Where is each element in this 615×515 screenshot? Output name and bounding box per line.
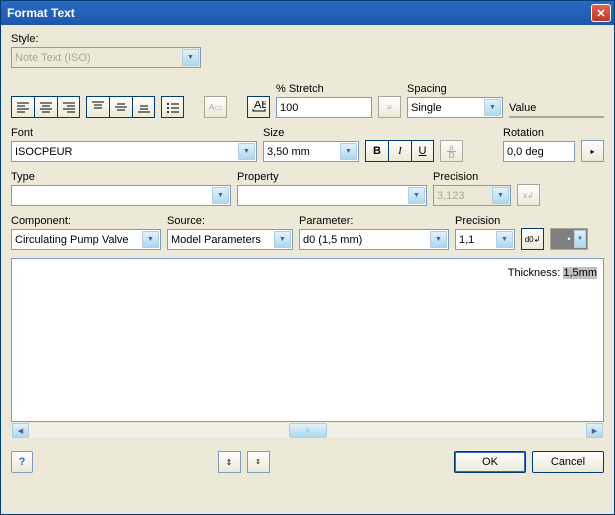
style-value: Note Text (ISO)	[15, 52, 91, 64]
scroll-left-button[interactable]: ◀	[12, 423, 29, 438]
titlebar: Format Text ✕	[1, 1, 614, 25]
font-label: Font	[11, 127, 257, 139]
chevron-down-icon[interactable]: ▼	[484, 99, 501, 116]
align-center-button[interactable]	[34, 96, 57, 118]
preview-highlight: 1,5mm	[563, 267, 597, 279]
type-label: Type	[11, 171, 231, 183]
format-text-dialog: Format Text ✕ Style: Note Text (ISO) ▼	[0, 0, 615, 515]
parameter-dropdown[interactable]: d0 (1,5 mm) ▼	[299, 229, 449, 250]
type-dropdown[interactable]: ▼	[11, 185, 231, 206]
insert-property-button[interactable]: x↲	[517, 184, 540, 206]
line-spacing-icon: ≡	[378, 96, 401, 118]
parameter-label: Parameter:	[299, 215, 449, 227]
size-label: Size	[263, 127, 359, 139]
zoom-in-button[interactable]: ⇕	[218, 451, 241, 473]
chevron-down-icon[interactable]: ▼	[212, 187, 229, 204]
value-display	[509, 116, 604, 118]
close-button[interactable]: ✕	[591, 4, 611, 22]
scroll-right-button[interactable]: ▶	[586, 423, 603, 438]
valign-bottom-button[interactable]	[132, 96, 155, 118]
chevron-down-icon: ▼	[182, 49, 199, 66]
stretch-input[interactable]: 100	[276, 97, 372, 118]
bullets-button[interactable]	[161, 96, 184, 118]
valign-top-button[interactable]	[86, 96, 109, 118]
rotation-input[interactable]: 0,0 deg	[503, 141, 575, 162]
font-dropdown[interactable]: ISOCPEUR ▼	[11, 141, 257, 162]
fit-text-button[interactable]: AB	[247, 96, 270, 118]
help-button[interactable]: ?	[11, 451, 33, 473]
stretch-label: % Stretch	[276, 83, 372, 95]
chevron-down-icon: ▼	[492, 187, 509, 204]
text-frame-button[interactable]: A▭	[204, 96, 227, 118]
source-label: Source:	[167, 215, 293, 227]
component-label: Component:	[11, 215, 161, 227]
align-right-button[interactable]	[57, 96, 80, 118]
rotation-label: Rotation	[503, 127, 575, 139]
stacked-fraction-button[interactable]: ab	[440, 140, 463, 162]
chevron-down-icon[interactable]: ▼	[274, 231, 291, 248]
chevron-down-icon[interactable]: ▼	[408, 187, 425, 204]
justify-group	[11, 96, 80, 118]
style-dropdown: Note Text (ISO) ▼	[11, 47, 201, 68]
cancel-button[interactable]: Cancel	[532, 451, 604, 473]
symbol-picker-button[interactable]: •▼	[550, 228, 588, 250]
scroll-thumb[interactable]: ≡	[289, 423, 327, 438]
rotation-expand-button[interactable]: ▸	[581, 140, 604, 162]
italic-button[interactable]: I	[388, 140, 411, 162]
horizontal-scrollbar[interactable]: ◀ ≡ ▶	[11, 422, 604, 439]
chevron-down-icon[interactable]: ▼	[496, 231, 513, 248]
preview-content: Thickness: 1,5mm	[18, 265, 597, 281]
ok-button[interactable]: OK	[454, 451, 526, 473]
align-left-button[interactable]	[11, 96, 34, 118]
insert-parameter-button[interactable]: d0↲	[521, 228, 544, 250]
precision1-label: Precision	[433, 171, 511, 183]
svg-text:AB: AB	[254, 101, 266, 111]
chevron-down-icon[interactable]: ▼	[430, 231, 447, 248]
valign-middle-button[interactable]	[109, 96, 132, 118]
source-dropdown[interactable]: Model Parameters ▼	[167, 229, 293, 250]
precision2-label: Precision	[455, 215, 515, 227]
spacing-dropdown[interactable]: Single ▼	[407, 97, 503, 118]
value-label: Value	[509, 102, 604, 114]
valign-group	[86, 96, 155, 118]
chevron-down-icon[interactable]: ▼	[238, 143, 255, 160]
chevron-down-icon[interactable]: ▼	[142, 231, 159, 248]
property-dropdown[interactable]: ▼	[237, 185, 427, 206]
bold-button[interactable]: B	[365, 140, 388, 162]
precision2-dropdown[interactable]: 1,1 ▼	[455, 229, 515, 250]
window-title: Format Text	[7, 6, 75, 20]
text-preview-area[interactable]: Thickness: 1,5mm	[11, 258, 604, 422]
size-dropdown[interactable]: 3,50 mm ▼	[263, 141, 359, 162]
chevron-down-icon[interactable]: ▼	[340, 143, 357, 160]
style-label: Style:	[11, 33, 209, 45]
spacing-label: Spacing	[407, 83, 503, 95]
property-label: Property	[237, 171, 427, 183]
component-dropdown[interactable]: Circulating Pump Valve ▼	[11, 229, 161, 250]
underline-button[interactable]: U	[411, 140, 434, 162]
zoom-out-button[interactable]: ⇕	[247, 451, 270, 473]
precision1-dropdown: 3,123 ▼	[433, 185, 511, 206]
